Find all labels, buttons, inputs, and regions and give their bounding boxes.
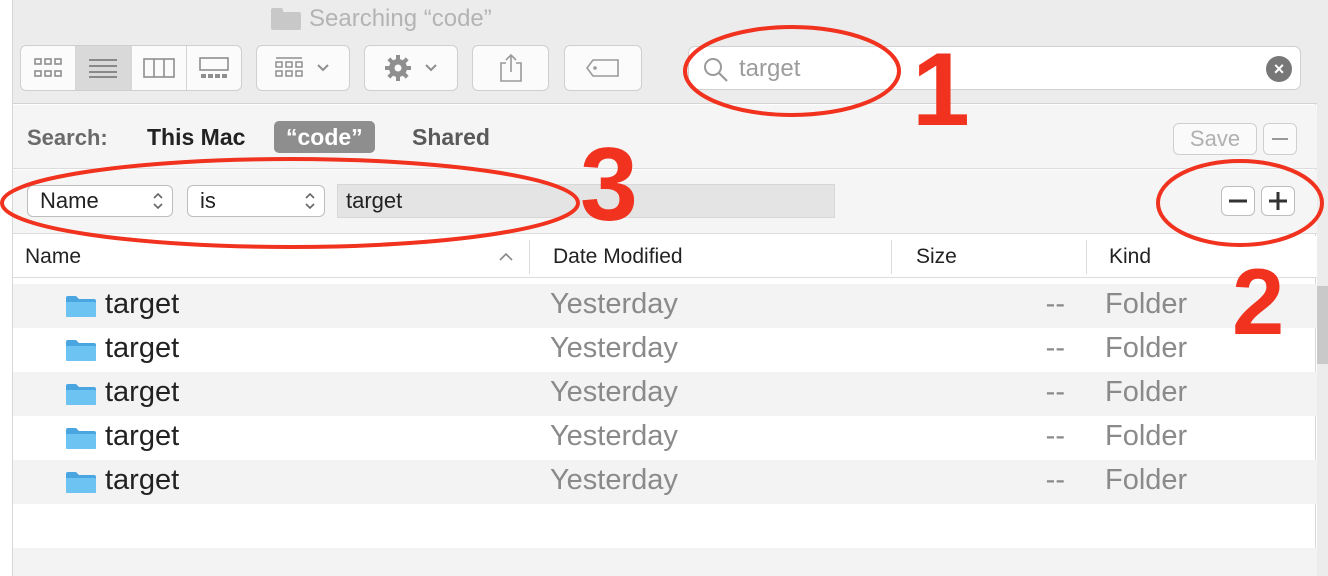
scope-label: Search: xyxy=(27,125,108,150)
column-header-name[interactable]: Name xyxy=(25,236,81,278)
file-name: target xyxy=(105,376,180,408)
gallery-view-button[interactable] xyxy=(187,46,241,90)
folder-icon xyxy=(66,428,96,449)
group-icon xyxy=(275,57,329,77)
adjacent-window-edge xyxy=(1317,0,1328,576)
file-date: Yesterday xyxy=(550,464,678,496)
file-date: Yesterday xyxy=(550,288,678,320)
remove-search-button[interactable] xyxy=(1263,123,1297,155)
table-row[interactable]: target Yesterday -- Folder xyxy=(13,328,1317,372)
finder-window: Searching “code” target × Search: This M… xyxy=(12,0,1317,576)
table-row[interactable]: target Yesterday -- Folder xyxy=(13,416,1317,460)
clear-search-icon[interactable]: × xyxy=(1266,56,1292,82)
column-view-icon xyxy=(142,58,175,78)
file-kind: Folder xyxy=(1105,288,1188,320)
file-name: target xyxy=(105,420,180,452)
criteria-value-field[interactable] xyxy=(337,184,835,218)
add-criteria-button[interactable] xyxy=(1261,186,1295,216)
column-divider[interactable] xyxy=(529,240,530,274)
window-title-text: Searching “code” xyxy=(309,5,492,32)
file-kind: Folder xyxy=(1105,376,1188,408)
file-size: -- xyxy=(1045,288,1065,320)
search-scope-bar: Search: This Mac “code” Shared Save xyxy=(13,105,1317,169)
file-size: -- xyxy=(1045,464,1065,496)
list-empty-row xyxy=(13,548,1317,576)
folder-icon xyxy=(66,472,96,493)
file-date: Yesterday xyxy=(550,376,678,408)
gear-icon xyxy=(385,55,437,81)
smart-folder-icon xyxy=(271,8,301,30)
folder-icon xyxy=(66,340,96,361)
window-title: Searching “code” xyxy=(271,4,492,34)
column-header-kind[interactable]: Kind xyxy=(1109,236,1151,278)
search-icon xyxy=(704,58,728,82)
group-by-button[interactable] xyxy=(256,45,350,91)
file-size: -- xyxy=(1045,332,1065,364)
tag-icon xyxy=(586,59,619,77)
share-button[interactable] xyxy=(472,45,549,91)
criteria-attribute-value: Name xyxy=(40,188,99,213)
column-header-size[interactable]: Size xyxy=(916,236,957,278)
file-kind: Folder xyxy=(1105,464,1188,496)
list-view-button[interactable] xyxy=(76,46,132,90)
column-divider[interactable] xyxy=(1086,240,1087,274)
sort-ascending-icon[interactable] xyxy=(499,252,513,262)
action-menu-button[interactable] xyxy=(364,45,458,91)
search-field[interactable]: × xyxy=(688,46,1301,90)
search-input[interactable] xyxy=(739,53,1239,85)
icon-view-icon xyxy=(34,58,62,77)
popup-arrows-icon xyxy=(305,192,315,210)
adjacent-window-strip xyxy=(1317,286,1328,364)
scope-code-folder[interactable]: “code” xyxy=(274,121,375,153)
criteria-operator-value: is xyxy=(200,188,216,213)
file-list: target Yesterday -- Folder target Yester… xyxy=(13,284,1317,504)
table-row[interactable]: target Yesterday -- Folder xyxy=(13,372,1317,416)
list-view-icon xyxy=(89,59,118,78)
file-size: -- xyxy=(1045,420,1065,452)
table-row[interactable]: target Yesterday -- Folder xyxy=(13,284,1317,328)
view-mode-control xyxy=(20,45,242,91)
criteria-attribute-popup[interactable]: Name xyxy=(27,185,173,217)
scope-shared[interactable]: Shared xyxy=(400,121,502,153)
file-kind: Folder xyxy=(1105,332,1188,364)
table-row[interactable]: target Yesterday -- Folder xyxy=(13,460,1317,504)
file-name: target xyxy=(105,332,180,364)
file-date: Yesterday xyxy=(550,420,678,452)
tags-button[interactable] xyxy=(564,45,642,91)
remove-criteria-button[interactable] xyxy=(1221,186,1255,216)
popup-arrows-icon xyxy=(153,192,163,210)
save-search-button[interactable]: Save xyxy=(1173,123,1257,155)
plus-icon xyxy=(1269,192,1287,210)
scope-this-mac[interactable]: This Mac xyxy=(135,121,257,153)
file-date: Yesterday xyxy=(550,332,678,364)
minus-icon xyxy=(1272,138,1288,140)
column-divider[interactable] xyxy=(891,240,892,274)
column-header-date-modified[interactable]: Date Modified xyxy=(553,236,683,278)
folder-icon xyxy=(66,296,96,317)
file-size: -- xyxy=(1045,376,1065,408)
icon-view-button[interactable] xyxy=(21,46,77,90)
folder-icon xyxy=(66,384,96,405)
file-name: target xyxy=(105,288,180,320)
search-criteria-row: Name is xyxy=(13,170,1317,234)
file-name: target xyxy=(105,464,180,496)
criteria-operator-popup[interactable]: is xyxy=(187,185,325,217)
file-kind: Folder xyxy=(1105,420,1188,452)
column-view-button[interactable] xyxy=(132,46,187,90)
share-icon xyxy=(499,53,522,82)
toolbar: Searching “code” target × xyxy=(13,0,1317,104)
gallery-view-icon xyxy=(199,57,229,78)
list-header: Name Date Modified Size Kind xyxy=(13,236,1317,278)
minus-icon xyxy=(1229,199,1247,203)
